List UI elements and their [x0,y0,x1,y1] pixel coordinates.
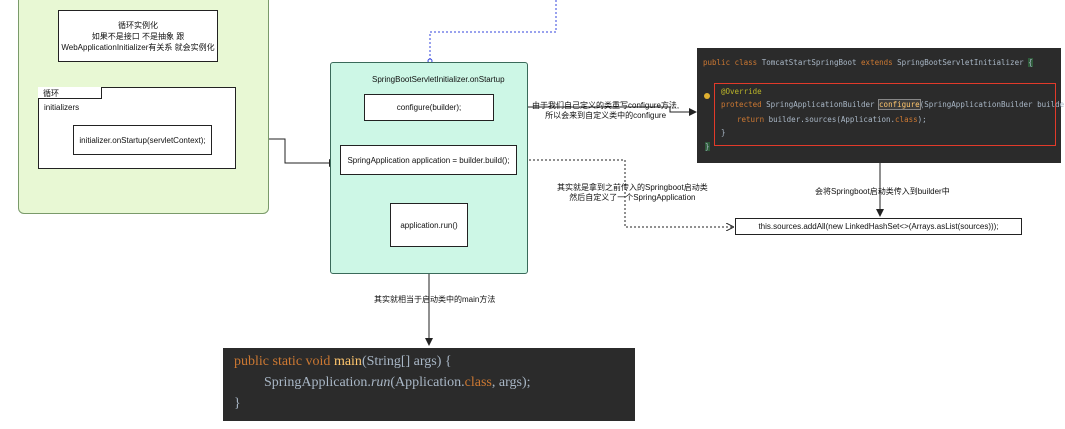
sources-box: this.sources.addAll(new LinkedHashSet<>(… [735,218,1022,235]
code-method-line: protected SpringApplicationBuilder confi… [721,99,1065,110]
configure-note-line-2: 所以会来到自定义类中的configure [545,111,667,120]
run-prefix: SpringApplication. [264,375,371,390]
build-box: SpringApplication application = builder.… [340,145,517,175]
configure-note: 由于我们自己定义的类重写configure方法, 所以会来到自定义类中的conf… [532,101,679,121]
kw-public-static-void: public static void [234,354,334,369]
kw-public: public [703,58,735,67]
main-note: 其实就相当于启动类中的main方法 [374,295,496,304]
code-class-line: public class TomcatStartSpringBoot exten… [703,58,1033,67]
onstartup-call-box: initializer.onStartup(servletContext); [73,125,212,155]
kw-extends: extends [861,58,898,67]
run-call: run [370,375,391,390]
initializers-label: initializers [44,103,80,112]
main-params: (String[] args) { [361,354,452,369]
code-annotation: @Override [721,87,762,96]
method-params: (SpringApplicationBuilder builder) { [919,100,1065,109]
kw-class-literal: class [895,115,918,124]
onstartup-call-text: initializer.onStartup(servletContext); [79,135,206,145]
code-close-brace-1: } [721,128,726,137]
main-close-brace: } [234,396,241,411]
builder-note: 其实就是拿到之前传入的Springboot启动类 然后自定义了一个SpringA… [557,183,708,203]
run-arg-end: , args); [491,375,531,390]
parent-class: SpringBootServletInitializer [897,58,1029,67]
instantiation-note-box: 循环实例化 如果不是接口 不是抽象 跟 WebApplicationInitia… [58,10,218,62]
kw-protected: protected [721,100,767,109]
sources-note: 会将Springboot启动类传入到builder中 [815,187,950,196]
run-box: application.run() [390,203,468,247]
builder-note-line-2: 然后自定义了一个SpringApplication [569,193,696,202]
sources-text: this.sources.addAll(new LinkedHashSet<>(… [758,222,999,231]
run-arg-start: (Application. [390,375,465,390]
main-signature-line: public static void main(String[] args) { [234,354,452,370]
build-text: SpringApplication application = builder.… [347,155,510,165]
code-close-brace-2: } [705,142,710,151]
configure-text: configure(builder); [396,103,462,112]
onstartup-title: SpringBootServletInitializer.onStartup [372,75,505,84]
kw-class-main: class [464,375,492,390]
note-line-1: 循环实例化 [118,20,158,30]
note-line-3: WebApplicationInitializer有关系 就会实例化 [61,42,215,52]
return-body: builder.sources(Application. [768,115,896,124]
note-line-2: 如果不是接口 不是抽象 跟 [91,31,185,41]
bulb-icon [704,93,710,99]
run-text: application.run() [400,220,458,230]
kw-class: class [734,58,762,67]
code-return-line: return builder.sources(Application.class… [737,115,927,124]
blue-dotted-connector [429,0,557,60]
main-method-name: main [333,354,362,369]
configure-box: configure(builder); [364,94,494,121]
kw-return: return [737,115,769,124]
method-name: configure [878,99,921,110]
loop-frame-tab: 循环 [38,87,102,99]
builder-note-line-1: 其实就是拿到之前传入的Springboot启动类 [557,183,708,192]
return-end: ); [917,115,927,124]
open-brace: { [1028,58,1033,67]
class-name: TomcatStartSpringBoot [761,58,862,67]
main-run-line: SpringApplication.run(Application.class,… [264,375,531,391]
configure-note-line-1: 由于我们自己定义的类重写configure方法, [532,101,680,110]
return-type: SpringApplicationBuilder [766,100,880,109]
loop-tab-label: 循环 [43,89,59,98]
